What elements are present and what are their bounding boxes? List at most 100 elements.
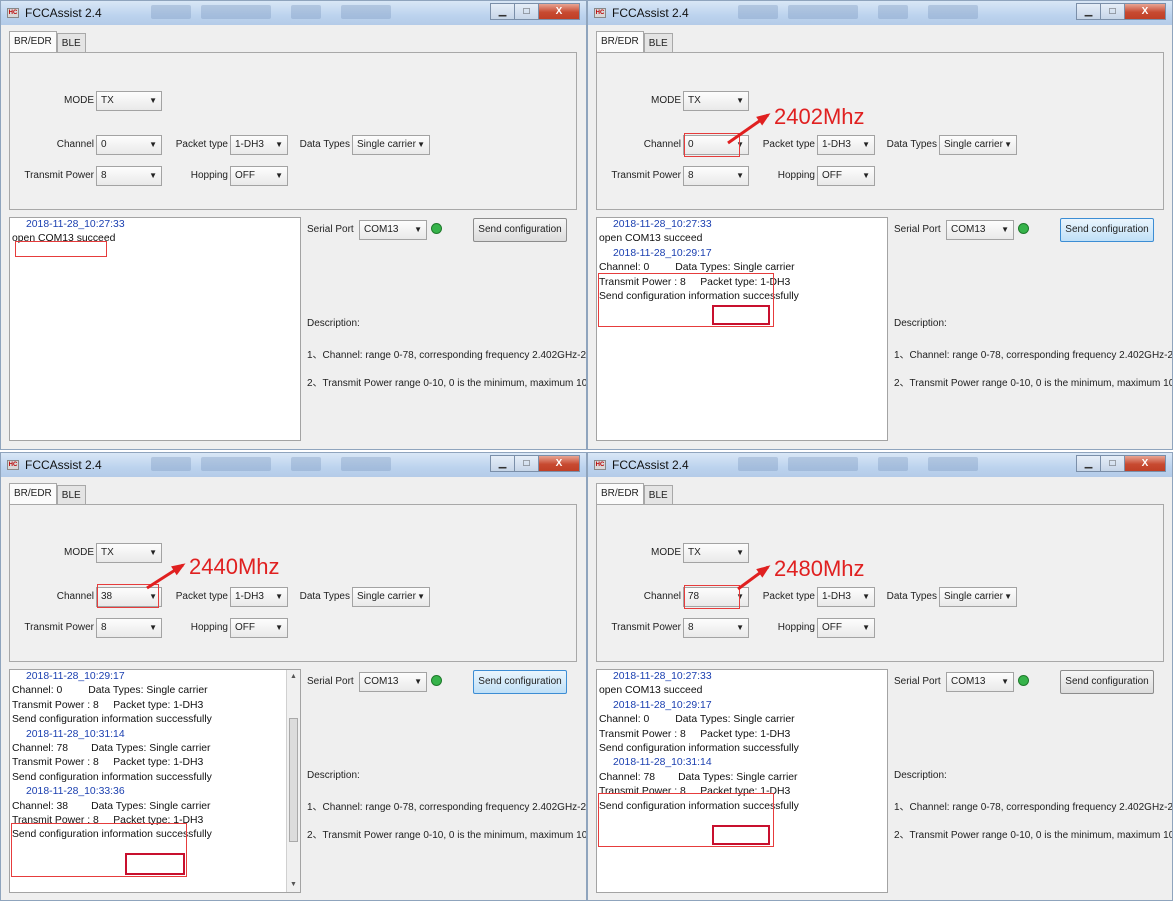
maximize-button[interactable]: □ [514, 3, 539, 20]
packet-type-select[interactable]: 1-DH3 ▼ [230, 135, 288, 155]
data-types-select[interactable]: Single carrier ▼ [352, 135, 430, 155]
packet-type-select[interactable]: 1-DH3 ▼ [230, 587, 288, 607]
mode-select[interactable]: TX ▼ [96, 91, 162, 111]
log-output[interactable]: 2018-11-28_10:29:17 Channel: 0 Data Types… [9, 669, 301, 893]
label-serial-port: Serial Port [894, 676, 941, 687]
mode-select[interactable]: TX ▼ [683, 543, 749, 563]
mode-select[interactable]: TX ▼ [683, 91, 749, 111]
transmit-power-select[interactable]: 8 ▼ [96, 166, 162, 186]
maximize-button[interactable]: □ [1100, 455, 1125, 472]
maximize-icon: □ [1109, 6, 1116, 17]
minimize-button[interactable]: ▁ [1076, 455, 1101, 472]
send-configuration-button[interactable]: Send configuration [473, 670, 567, 694]
channel-value: 78 [688, 591, 700, 602]
log-output[interactable]: 2018-11-28_10:27:33 open COM13 succeed [9, 217, 301, 441]
serial-port-select[interactable]: COM13 ▼ [359, 220, 427, 240]
channel-select[interactable]: 0 ▼ [96, 135, 162, 155]
close-button[interactable]: X [1124, 3, 1166, 20]
data-types-select[interactable]: Single carrier ▼ [939, 135, 1017, 155]
log-output[interactable]: 2018-11-28_10:27:33 open COM13 succeed 201… [596, 669, 888, 893]
label-transmit-power: Transmit Power [24, 170, 94, 181]
tab-bredr[interactable]: BR/EDR [9, 31, 57, 53]
chevron-down-icon: ▼ [149, 96, 157, 105]
packet-type-select[interactable]: 1-DH3 ▼ [817, 135, 875, 155]
description-channel: 1、Channel: range 0-78, corresponding fre… [894, 350, 1173, 361]
log-message: Transmit Power : 8 Packet type: 1-DH3 [599, 276, 791, 288]
connection-status-icon [1018, 223, 1029, 234]
tab-bredr[interactable]: BR/EDR [596, 31, 644, 53]
tab-ble[interactable]: BLE [56, 485, 86, 505]
mode-select[interactable]: TX ▼ [96, 543, 162, 563]
log-timestamp: 2018-11-28_10:27:33 [613, 219, 712, 230]
transmit-power-select[interactable]: 8 ▼ [683, 166, 749, 186]
log-timestamp: 2018-11-28_10:31:14 [26, 728, 125, 740]
log-scrollbar[interactable]: ▲ ▼ [286, 670, 300, 892]
hopping-select[interactable]: OFF ▼ [230, 166, 288, 186]
transmit-power-select[interactable]: 8 ▼ [683, 618, 749, 638]
send-configuration-button[interactable]: Send configuration [1060, 218, 1154, 242]
app-icon: HC [7, 8, 19, 18]
tab-ble[interactable]: BLE [56, 33, 86, 53]
close-button[interactable]: X [538, 3, 580, 20]
minimize-icon: ▁ [1084, 6, 1093, 17]
packet-type-select[interactable]: 1-DH3 ▼ [817, 587, 875, 607]
hopping-select[interactable]: OFF ▼ [230, 618, 288, 638]
minimize-button[interactable]: ▁ [490, 3, 515, 20]
background-window-blur [738, 457, 778, 471]
tab-ble[interactable]: BLE [643, 485, 673, 505]
maximize-button[interactable]: □ [1100, 3, 1125, 20]
channel-select[interactable]: 78 ▼ [683, 587, 749, 607]
serial-port-value: COM13 [364, 224, 399, 235]
description-heading: Description: [894, 770, 947, 781]
tab-ble[interactable]: BLE [643, 33, 673, 53]
connection-status-icon [431, 223, 442, 234]
channel-select[interactable]: 0 ▼ [683, 135, 749, 155]
maximize-button[interactable]: □ [514, 455, 539, 472]
transmit-power-select[interactable]: 8 ▼ [96, 618, 162, 638]
mode-value: TX [688, 547, 701, 558]
minimize-button[interactable]: ▁ [1076, 3, 1101, 20]
tab-bredr[interactable]: BR/EDR [596, 483, 644, 505]
title-bar[interactable]: HC FCCAssist 2.4 ▁ □ X [1, 453, 586, 477]
close-button[interactable]: X [1124, 455, 1166, 472]
background-window-blur [201, 5, 271, 19]
serial-port-select[interactable]: COM13 ▼ [946, 220, 1014, 240]
serial-port-value: COM13 [951, 676, 986, 687]
chevron-down-icon: ▼ [1001, 225, 1009, 234]
transmit-power-value: 8 [688, 622, 694, 633]
data-types-value: Single carrier [944, 591, 1003, 602]
title-bar[interactable]: HC FCCAssist 2.4 ▁ □ X [588, 453, 1172, 477]
scroll-thumb[interactable] [289, 718, 298, 842]
title-bar[interactable]: HC FCCAssist 2.4 ▁ □ X [1, 1, 586, 25]
app-window: HC FCCAssist 2.4 ▁ □ X BR/EDR BLE MODE TX ▼ Channe… [0, 452, 587, 901]
chevron-down-icon: ▼ [862, 623, 870, 632]
minimize-button[interactable]: ▁ [490, 455, 515, 472]
serial-port-value: COM13 [951, 224, 986, 235]
chevron-down-icon: ▼ [862, 171, 870, 180]
hopping-select[interactable]: OFF ▼ [817, 166, 875, 186]
label-data-types: Data Types [299, 139, 350, 150]
mode-value: TX [101, 95, 114, 106]
scroll-up-icon[interactable]: ▲ [287, 670, 300, 684]
settings-pane: MODE TX ▼ Channel 0 ▼ Packet type 1-DH3 ▼ Data Ty… [9, 52, 577, 210]
log-message: Send configuration information successfu… [599, 290, 799, 302]
close-button[interactable]: X [538, 455, 580, 472]
data-types-select[interactable]: Single carrier ▼ [939, 587, 1017, 607]
label-transmit-power: Transmit Power [611, 622, 681, 633]
window-controls: ▁ □ X [1076, 3, 1166, 20]
log-output[interactable]: 2018-11-28_10:27:33 open COM13 succeed 201… [596, 217, 888, 441]
title-bar[interactable]: HC FCCAssist 2.4 ▁ □ X [588, 1, 1172, 25]
minimize-icon: ▁ [1084, 458, 1093, 469]
send-configuration-button[interactable]: Send configuration [1060, 670, 1154, 694]
send-configuration-button[interactable]: Send configuration [473, 218, 567, 242]
data-types-select[interactable]: Single carrier ▼ [352, 587, 430, 607]
hopping-value: OFF [235, 622, 255, 633]
tab-bar: BR/EDR BLE [9, 483, 86, 505]
serial-port-select[interactable]: COM13 ▼ [946, 672, 1014, 692]
scroll-down-icon[interactable]: ▼ [287, 878, 300, 892]
channel-select[interactable]: 38 ▼ [96, 587, 162, 607]
serial-port-select[interactable]: COM13 ▼ [359, 672, 427, 692]
tab-bredr[interactable]: BR/EDR [9, 483, 57, 505]
hopping-select[interactable]: OFF ▼ [817, 618, 875, 638]
frequency-annotation: 2402Mhz [774, 104, 865, 129]
